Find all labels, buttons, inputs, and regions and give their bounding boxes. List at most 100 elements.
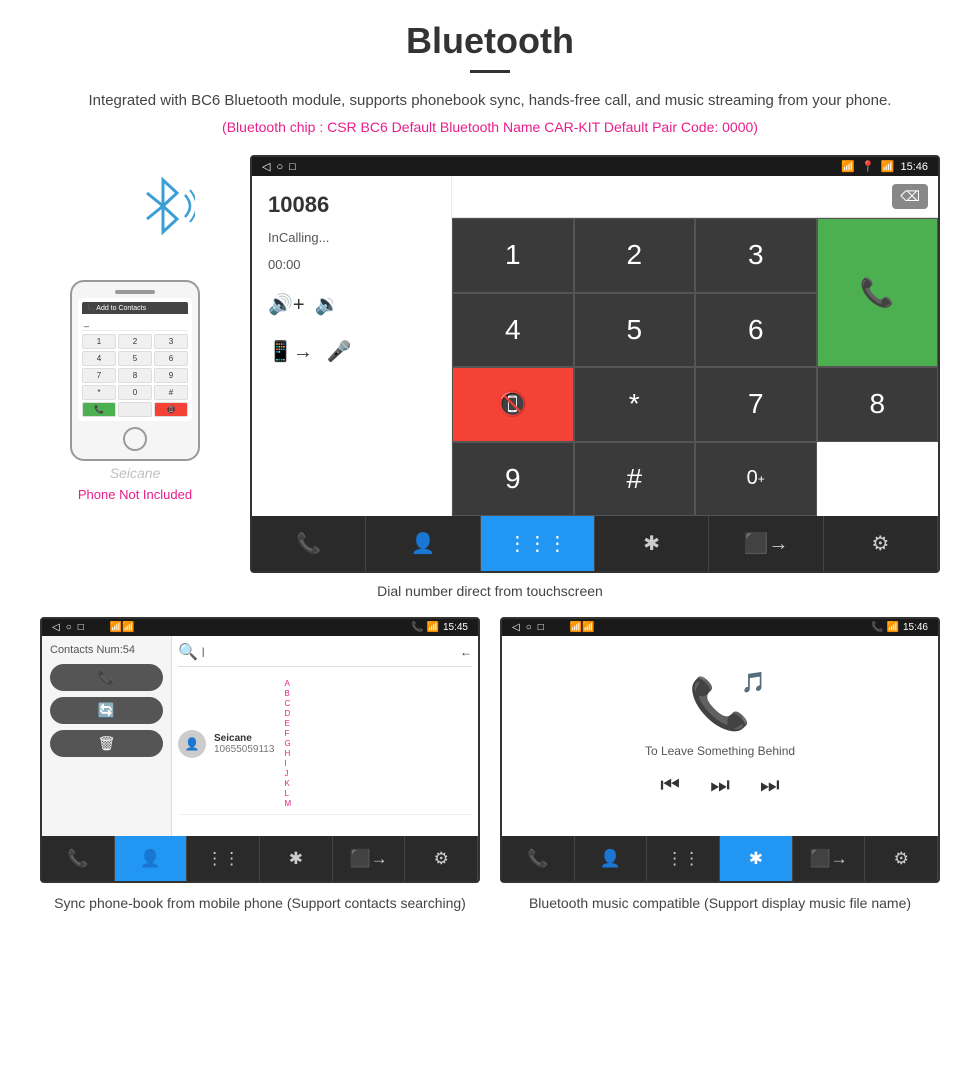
dialpad-grid: 1 2 3 📞 4 5 6 📵 * 7 8 9 # 0+: [452, 218, 938, 516]
nav-calls[interactable]: 📞: [252, 516, 366, 571]
dial-key-5[interactable]: 5: [574, 293, 696, 368]
call-status: InCalling...: [268, 230, 435, 245]
az-index: ABCDEF GHIJKLM: [282, 677, 293, 810]
music-next-button[interactable]: ⏭: [760, 772, 780, 798]
msnav-contacts[interactable]: 👤: [575, 836, 648, 881]
transfer-call-icon[interactable]: 📱→: [268, 339, 313, 364]
music-status-icons: 📞 📶: [871, 622, 899, 633]
search-icon: 🔍: [178, 642, 198, 662]
page-title: Bluetooth: [40, 20, 940, 62]
snav-dialpad[interactable]: ⋮⋮: [187, 836, 260, 881]
call-accept-button[interactable]: 📞: [817, 218, 939, 367]
sync-action-button[interactable]: 🔄: [50, 697, 163, 724]
dial-key-hash[interactable]: #: [574, 442, 696, 517]
msnav-bt[interactable]: ✱: [720, 836, 793, 881]
snav-calls[interactable]: 📞: [42, 836, 115, 881]
bottom-captions: Sync phone-book from mobile phone (Suppo…: [40, 893, 940, 914]
music-screen: ◁ ○ □ 📶📶 📞 📶 15:46 📞 🎵 To Leave Somethin…: [500, 617, 940, 883]
contacts-back-icon: ◁: [52, 622, 60, 633]
back-delete-icon[interactable]: ←: [460, 645, 472, 659]
contacts-sim-icon: 📶📶: [110, 622, 135, 633]
dialpad-area: ⌫ 1 2 3 📞 4 5 6 📵 * 7 8 9 # 0+: [452, 176, 938, 516]
call-action-button[interactable]: 📞: [50, 664, 163, 691]
call-volume-buttons: 🔊+ 🔉: [268, 292, 435, 317]
contacts-num-label: Contacts Num:54: [50, 644, 163, 656]
contacts-screen: ◁ ○ □ 📶📶 📞 📶 15:45 Contacts Num:54 📞 🔄 🗑…: [40, 617, 480, 883]
nav-bluetooth[interactable]: ✱: [595, 516, 709, 571]
msnav-calls[interactable]: 📞: [502, 836, 575, 881]
music-controls: ⏮ ⏭ ⏭: [660, 772, 779, 798]
contacts-left-panel: Contacts Num:54 📞 🔄 🗑: [42, 636, 172, 836]
music-bottom-nav: 📞 👤 ⋮⋮ ✱ ⬛→ ⚙: [502, 836, 938, 881]
music-prev-button[interactable]: ⏮: [660, 772, 680, 798]
music-recent-icon: □: [538, 622, 544, 633]
dial-key-9[interactable]: 9: [452, 442, 574, 517]
snav-contacts[interactable]: 👤: [115, 836, 188, 881]
contacts-body: Contacts Num:54 📞 🔄 🗑 🔍 | ← 👤 Seicane 10…: [42, 636, 478, 836]
dial-key-3[interactable]: 3: [695, 218, 817, 293]
contacts-status-icons: 📞 📶: [411, 622, 439, 633]
dial-key-1[interactable]: 1: [452, 218, 574, 293]
car-screen-body: 10086 InCalling... 00:00 🔊+ 🔉 📱→ 🎤 ⌫: [252, 176, 938, 516]
music-phone-icon: 📞 🎵: [689, 675, 751, 734]
contact-avatar: 👤: [178, 730, 206, 758]
status-time: 15:46: [900, 161, 928, 173]
call-extra-buttons: 📱→ 🎤: [268, 339, 435, 364]
call-info-panel: 10086 InCalling... 00:00 🔊+ 🔉 📱→ 🎤: [252, 176, 452, 516]
music-home-icon: ○: [526, 622, 532, 633]
title-divider: [470, 70, 510, 73]
nav-contacts[interactable]: 👤: [366, 516, 480, 571]
music-body: 📞 🎵 To Leave Something Behind ⏮ ⏭ ⏭: [502, 636, 938, 836]
status-bar: ◁ ○ □ 📶 📍 📶 15:46: [252, 157, 938, 176]
wifi-icon: 📶: [881, 160, 895, 173]
main-caption: Dial number direct from touchscreen: [40, 583, 940, 599]
dial-key-8[interactable]: 8: [817, 367, 939, 442]
music-play-button[interactable]: ⏭: [710, 772, 730, 798]
music-sim-icon: 📶📶: [570, 622, 595, 633]
music-caption: Bluetooth music compatible (Support disp…: [500, 893, 940, 914]
home-nav-icon: ○: [276, 161, 283, 173]
volume-up-icon[interactable]: 🔊+: [268, 292, 305, 317]
contacts-right-panel: 🔍 | ← 👤 Seicane 10655059113 ABCDEF GHIJK…: [172, 636, 478, 836]
seicane-watermark: Seicane: [110, 465, 161, 481]
dial-key-0plus[interactable]: 0+: [695, 442, 817, 517]
search-cursor: |: [202, 647, 205, 658]
bluetooth-info: (Bluetooth chip : CSR BC6 Default Blueto…: [40, 119, 940, 135]
dial-key-star[interactable]: *: [574, 367, 696, 442]
nav-dialpad[interactable]: ⋮⋮⋮: [481, 516, 595, 571]
delete-action-button[interactable]: 🗑: [50, 730, 163, 757]
contacts-home-icon: ○: [66, 622, 72, 633]
music-song-title: To Leave Something Behind: [645, 744, 795, 758]
contacts-bottom-nav: 📞 👤 ⋮⋮ ✱ ⬛→ ⚙: [42, 836, 478, 881]
snav-settings[interactable]: ⚙: [405, 836, 478, 881]
signal-icon: 📶: [841, 160, 855, 173]
call-end-button[interactable]: 📵: [452, 367, 574, 442]
nav-settings[interactable]: ⚙: [824, 516, 938, 571]
back-nav-icon: ◁: [262, 160, 270, 173]
volume-down-icon[interactable]: 🔉: [315, 292, 340, 317]
subtitle: Integrated with BC6 Bluetooth module, su…: [40, 89, 940, 113]
snav-bt[interactable]: ✱: [260, 836, 333, 881]
location-icon: 📍: [861, 160, 875, 173]
dial-key-6[interactable]: 6: [695, 293, 817, 368]
call-timer: 00:00: [268, 257, 435, 272]
car-bottom-nav: 📞 👤 ⋮⋮⋮ ✱ ⬛→ ⚙: [252, 516, 938, 571]
snav-transfer[interactable]: ⬛→: [333, 836, 406, 881]
dial-key-4[interactable]: 4: [452, 293, 574, 368]
nav-transfer[interactable]: ⬛→: [709, 516, 823, 571]
contact-list-item[interactable]: 👤 Seicane 10655059113 ABCDEF GHIJKLM: [178, 673, 472, 815]
msnav-settings[interactable]: ⚙: [865, 836, 938, 881]
contacts-status-bar: ◁ ○ □ 📶📶 📞 📶 15:45: [42, 619, 478, 636]
recent-nav-icon: □: [289, 161, 296, 173]
msnav-dialpad[interactable]: ⋮⋮: [647, 836, 720, 881]
microphone-icon[interactable]: 🎤: [327, 339, 352, 364]
music-note-icon: 🎵: [741, 670, 766, 695]
phone-mockup-area: 📞 Add to Contacts _ 123 456 789 *0# 📞📵 S…: [40, 155, 230, 502]
contacts-caption: Sync phone-book from mobile phone (Suppo…: [40, 893, 480, 914]
dial-input-row: ⌫: [452, 176, 938, 218]
msnav-transfer[interactable]: ⬛→: [793, 836, 866, 881]
phone-not-included-label: Phone Not Included: [78, 487, 192, 502]
dial-backspace-button[interactable]: ⌫: [892, 184, 928, 209]
dial-key-2[interactable]: 2: [574, 218, 696, 293]
dial-key-7[interactable]: 7: [695, 367, 817, 442]
